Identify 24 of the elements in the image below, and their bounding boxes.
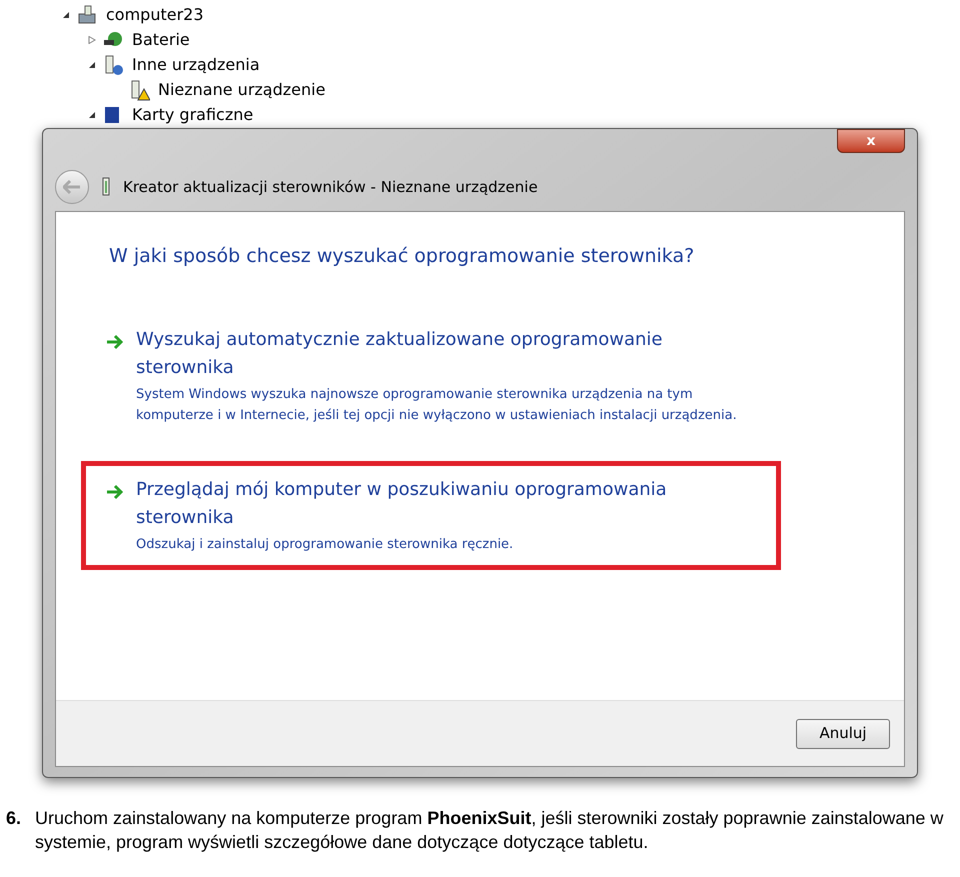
expanded-triangle-icon[interactable] — [62, 10, 70, 18]
window-title: Kreator aktualizacji sterowników - Nieznane urządzenie — [123, 176, 538, 198]
cancel-button[interactable]: Anuluj — [796, 718, 890, 748]
tree-item[interactable]: Nieznane urządzenie — [158, 78, 326, 102]
caption-text: Uruchom zainstalowany na komputerze program PhoenixSuit, jeśli sterowniki zostały poprawnie zainstalowane w systemie, program wyświetli szczegółowe dane dotyczące dotyczące tabletu. — [35, 807, 944, 854]
device-icon — [101, 177, 111, 197]
option-link[interactable]: Przeglądaj mój komputer w poszukiwaniu oprogramowania sterownika Odszukaj i zainstaluj oprogramowanie sterownika ręcznie. — [81, 460, 781, 570]
wizard-heading: W jaki sposób chcesz wyszukać oprogramowanie sterownika? — [109, 244, 696, 269]
collapsed-triangle-icon[interactable] — [88, 36, 96, 44]
option-description: System Windows wyszuka najnowsze oprogramowanie sterownika urządzenia na tym komputerze i w Internecie, jeśli tej opcji nie wyłączono w ustawieniach instalacji urządzenia. — [136, 386, 738, 424]
step-number: 6. — [6, 807, 22, 830]
tree-item[interactable]: computer23 — [106, 2, 204, 26]
arrow-icon — [106, 484, 124, 500]
tree-item[interactable]: Inne urządzenia — [132, 52, 260, 76]
arrow-icon — [106, 334, 124, 350]
expanded-triangle-icon[interactable] — [88, 110, 96, 118]
option-description: Odszukaj i zainstaluj oprogramowanie sterownika ręcznie. — [136, 536, 514, 554]
option-title: Przeglądaj mój komputer w poszukiwaniu oprogramowania sterownika — [136, 478, 668, 530]
option-title: Wyszukaj automatycznie zaktualizowane oprogramowanie sterownika — [136, 328, 664, 380]
computer-icon — [76, 4, 98, 26]
expanded-triangle-icon[interactable] — [88, 60, 96, 68]
back-arrow-icon — [63, 180, 81, 194]
tree-item[interactable]: Karty graficzne — [132, 102, 254, 126]
tree-item[interactable]: Baterie — [132, 28, 190, 52]
